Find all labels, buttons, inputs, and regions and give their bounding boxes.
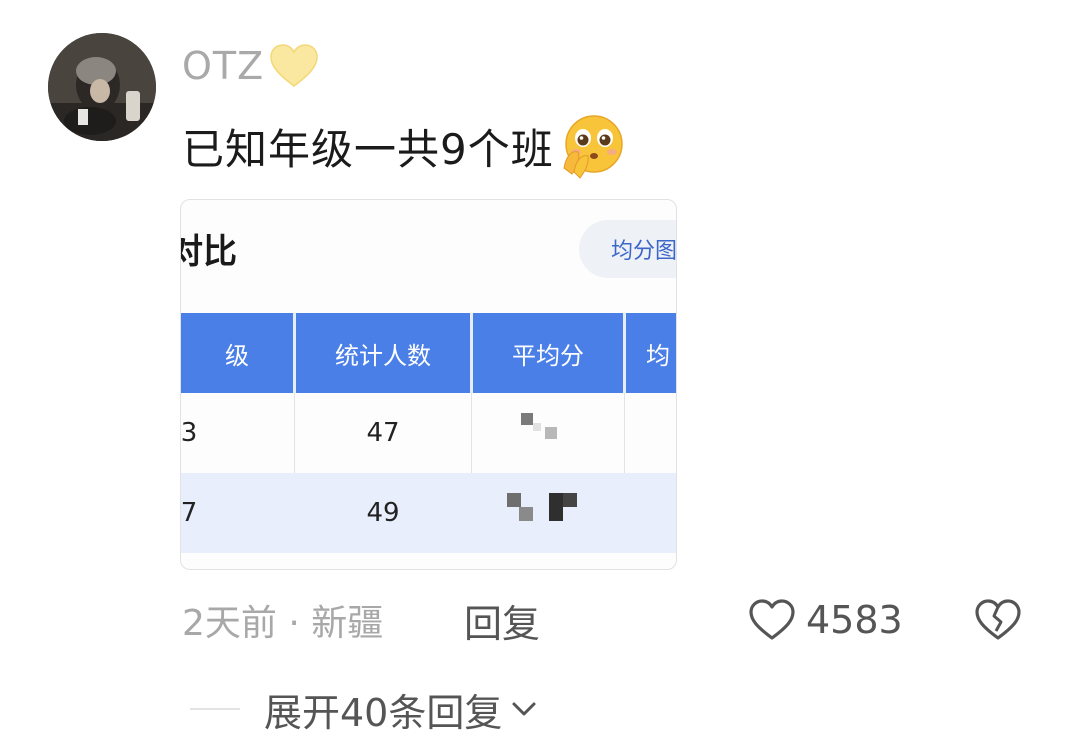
score-table: 级 统计人数 平均分 均 3 47 7 49 [180, 313, 676, 553]
cell-class: 3 [180, 418, 198, 448]
reply-button[interactable]: 回复 [464, 592, 540, 648]
expand-replies-button[interactable]: 展开40条回复 [264, 684, 538, 735]
comment-body: 已知年级一共9个班 [182, 115, 628, 179]
yellow-heart-icon [270, 44, 318, 87]
cell-average-censored [473, 473, 623, 553]
header-count: 统计人数 [335, 341, 431, 370]
mosaic-censor [521, 413, 557, 439]
cell-class: 7 [180, 498, 198, 528]
like-count: 4583 [806, 598, 903, 642]
attached-image[interactable]: 对比 均分图 级 统计人数 平均分 均 3 47 [180, 199, 677, 570]
time-location: 2天前 · 新疆 [182, 603, 384, 644]
header-class: 级 [225, 341, 249, 370]
chevron-down-icon [512, 702, 536, 716]
cell-count: 47 [366, 418, 400, 448]
attached-image-title: 对比 [181, 232, 237, 272]
expand-replies-label: 展开40条回复 [264, 690, 503, 735]
divider-line [190, 708, 240, 710]
cell-average-censored [473, 393, 623, 473]
heart-outline-icon [749, 599, 795, 640]
cell-count: 49 [366, 498, 400, 528]
mosaic-censor [507, 493, 577, 521]
avatar-image [48, 33, 156, 141]
comment-author[interactable]: OTZ [182, 38, 320, 94]
avatar[interactable] [48, 33, 156, 141]
table-row: 3 47 [180, 393, 676, 473]
like-button[interactable]: 4583 [748, 592, 903, 648]
table-header: 级 统计人数 平均分 均 [181, 313, 676, 393]
comment-meta: 2天前 · 新疆 [182, 592, 383, 648]
username[interactable]: OTZ [182, 44, 264, 88]
header-average-partial: 均 [646, 341, 670, 370]
comment-text: 已知年级一共9个班 [182, 124, 554, 174]
dislike-button[interactable] [974, 592, 1024, 648]
table-row: 7 49 [180, 473, 676, 553]
broken-heart-icon [975, 599, 1021, 640]
pleading-face-emoji-icon [563, 115, 623, 179]
average-chart-pill: 均分图 [579, 220, 676, 278]
header-average: 平均分 [512, 341, 584, 370]
